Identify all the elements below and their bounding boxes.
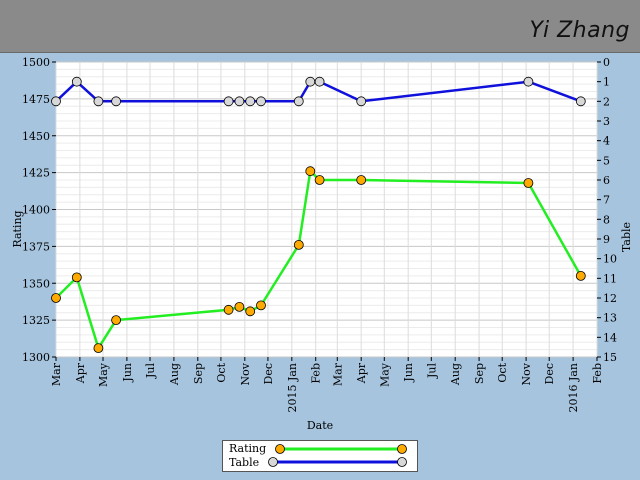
y2-tick-label: 3 — [603, 115, 610, 128]
y-tick-label: 1475 — [22, 93, 50, 106]
y2-tick-label: 4 — [603, 135, 610, 148]
x-tick-label: Nov — [520, 362, 533, 385]
y2-tick-label: 11 — [603, 272, 617, 285]
y-tick-label: 1325 — [22, 314, 50, 327]
legend-item-rating: Rating — [223, 441, 417, 455]
data-point-rating — [293, 239, 304, 250]
x-tick-label: Sep — [192, 363, 205, 384]
x-tick-label: Dec — [262, 363, 275, 385]
data-point-table — [51, 96, 61, 107]
y2-tick-label: 5 — [603, 154, 610, 167]
y2-tick-label: 0 — [603, 56, 610, 69]
legend-marker-rating-right — [397, 444, 407, 454]
x-tick-label: Mar — [331, 362, 344, 386]
y2-axis-title: Table — [620, 222, 633, 252]
data-point-rating — [523, 178, 534, 188]
legend-item-table: Table — [223, 455, 417, 469]
x-tick-label: Feb — [591, 363, 604, 384]
x-tick-label: Feb — [310, 363, 323, 384]
x-tick-label: Aug — [449, 363, 462, 386]
x-tick-label: Sep — [473, 363, 486, 384]
data-point-table — [356, 96, 367, 107]
x-tick-label: Dec — [543, 363, 556, 385]
data-point-rating — [314, 175, 325, 185]
x-tick-label: 2016 Jan — [567, 363, 580, 413]
x-tick-label: Oct — [496, 362, 509, 382]
data-point-table — [305, 76, 316, 87]
data-point-rating — [245, 306, 256, 317]
x-axis: Mar Apr May Jun Jul Aug Sep Oct Nov Dec 2015 Jan Fe… — [50, 357, 604, 413]
y-tick-label: 1500 — [22, 56, 50, 69]
data-point-rating — [234, 301, 245, 312]
y2-tick-label: 6 — [603, 174, 610, 187]
right-y-axis: 0123456789101112131415 — [597, 56, 617, 364]
data-point-table — [523, 76, 534, 87]
data-point-table — [234, 96, 245, 107]
y-tick-label: 1375 — [22, 240, 50, 253]
data-point-table — [245, 96, 256, 107]
x-tick-label: Aug — [168, 363, 181, 386]
y2-tick-label: 10 — [603, 253, 617, 266]
x-tick-label: Nov — [239, 362, 252, 385]
x-tick-label: May — [97, 362, 110, 387]
legend-marker-table-left — [268, 457, 278, 467]
data-point-table — [93, 96, 104, 107]
data-point-table — [575, 96, 586, 107]
y2-tick-label: 8 — [603, 213, 610, 226]
rating-table-chart: 130013251350137514001425145014751500 012… — [11, 56, 633, 432]
y-axis-title: Rating — [11, 210, 24, 247]
data-point-table — [111, 96, 121, 107]
y2-tick-label: 12 — [603, 292, 617, 305]
y2-tick-label: 2 — [603, 95, 610, 108]
data-point-rating — [93, 343, 104, 354]
x-tick-label: 2015 Jan — [286, 363, 299, 413]
x-tick-label: Jun — [121, 363, 134, 383]
x-tick-label: May — [378, 362, 391, 387]
x-tick-label: Apr — [74, 362, 87, 384]
data-point-rating — [51, 293, 61, 303]
x-axis-title: Date — [307, 419, 333, 432]
y-tick-label: 1300 — [22, 351, 50, 364]
y2-tick-label: 7 — [603, 194, 610, 207]
x-tick-label: Jun — [402, 363, 415, 383]
data-point-rating — [305, 166, 316, 177]
x-tick-label: Jul — [425, 363, 438, 379]
x-tick-label: Apr — [355, 362, 368, 384]
data-point-table — [223, 96, 234, 107]
x-tick-label: Mar — [50, 362, 63, 386]
data-point-table — [256, 96, 266, 107]
grid-lines — [55, 61, 598, 358]
data-point-rating — [256, 300, 266, 311]
data-point-rating — [223, 304, 234, 315]
y-tick-label: 1350 — [22, 277, 50, 290]
left-y-axis: 1300 1325 1350 1375 1400 1425 1450 1475 1500 — [22, 56, 56, 364]
x-tick-label: Oct — [215, 362, 228, 382]
data-point-rating — [111, 315, 121, 326]
data-point-table — [293, 96, 304, 107]
data-point-table — [71, 76, 82, 87]
y2-tick-label: 1 — [603, 76, 610, 89]
y-tick-label: 1425 — [22, 167, 50, 180]
data-point-rating — [575, 270, 586, 281]
data-point-rating — [71, 272, 82, 283]
y2-tick-label: 14 — [603, 331, 617, 344]
data-point-rating — [356, 175, 367, 185]
y-tick-label: 1450 — [22, 130, 50, 143]
data-point-table — [314, 76, 325, 87]
legend-marker-rating-left — [275, 444, 285, 454]
x-tick-label: Jul — [144, 363, 157, 379]
y2-tick-label: 15 — [603, 351, 617, 364]
legend: Rating Table — [222, 440, 418, 472]
y2-tick-label: 9 — [603, 233, 610, 246]
y2-tick-label: 13 — [603, 312, 617, 325]
y-tick-label: 1400 — [22, 204, 50, 217]
legend-marker-table-right — [397, 457, 407, 467]
